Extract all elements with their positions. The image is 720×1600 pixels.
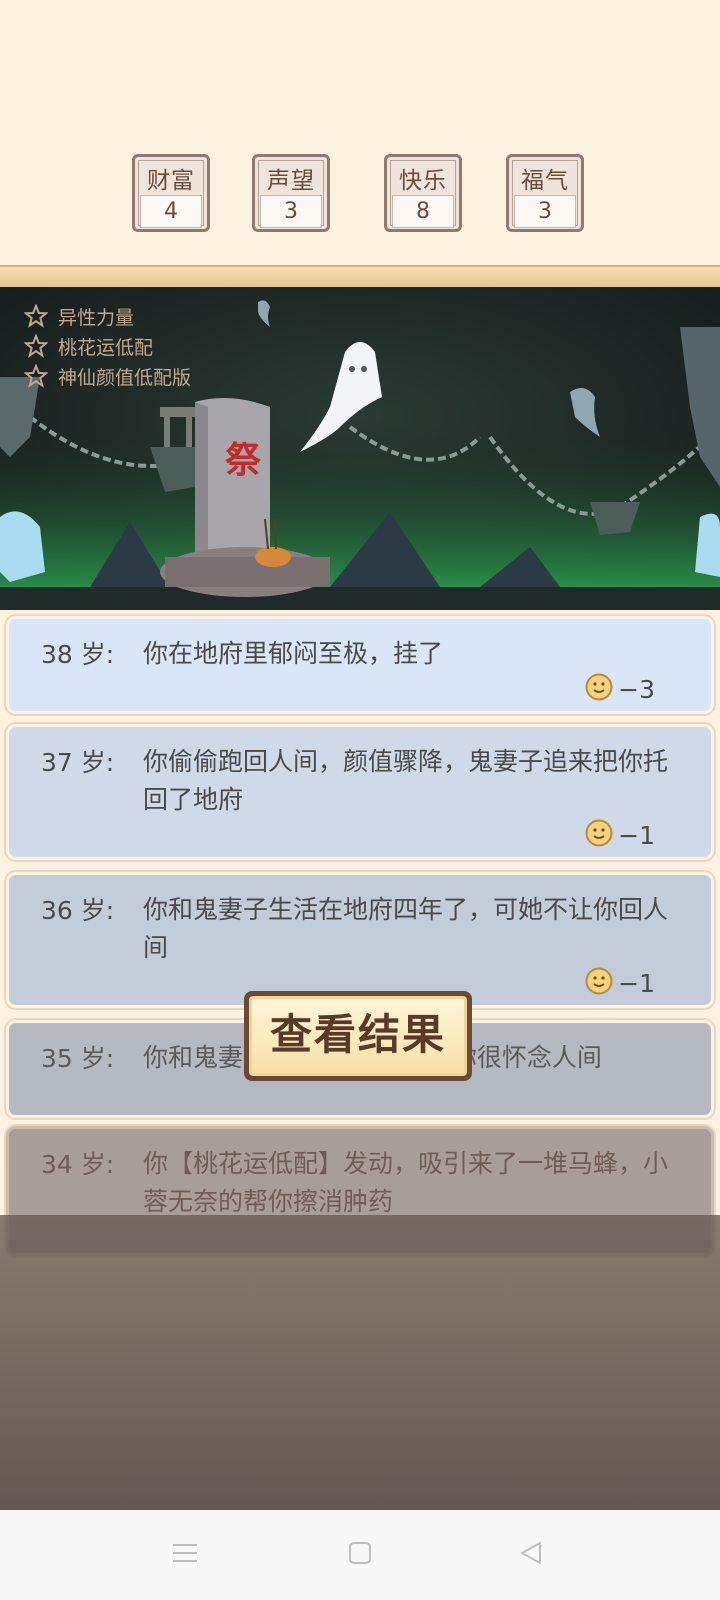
trait-item: 桃花运低配: [24, 331, 191, 361]
log-delta: −1: [618, 821, 655, 850]
view-result-button[interactable]: 查看结果: [244, 991, 472, 1081]
log-text: 你在地府里郁闷至极，挂了: [143, 639, 444, 668]
smiley-face-icon: [585, 967, 613, 995]
log-age: 37 岁:: [41, 748, 115, 777]
log-age: 35 岁:: [41, 1044, 115, 1073]
log-text: 你偷偷跑回人间，颜值骤降，鬼妻子追来把你托回了地府: [143, 747, 669, 814]
star-icon: [24, 364, 48, 388]
stat-label: 福气: [521, 168, 569, 194]
trait-item: 异性力量: [24, 301, 191, 331]
log-entry: 36 岁: 你和鬼妻子生活在地府四年了，可她不让你回人间 −1: [6, 872, 714, 1008]
log-delta: −1: [618, 969, 655, 998]
home-square-icon[interactable]: [347, 1540, 373, 1566]
stat-label: 声望: [267, 168, 315, 194]
log-entry: 37 岁: 你偷偷跑回人间，颜值骤降，鬼妻子追来把你托回了地府 −1: [6, 724, 714, 860]
star-icon: [24, 334, 48, 358]
stat-label: 快乐: [399, 168, 447, 194]
stat-value: 3: [514, 195, 576, 228]
stat-label: 财富: [147, 168, 195, 194]
back-triangle-icon[interactable]: [518, 1540, 544, 1566]
stat-value: 3: [260, 195, 322, 228]
system-navbar: [0, 1510, 720, 1600]
stat-reputation: 声望 3: [252, 154, 330, 232]
stat-fortune: 福气 3: [506, 154, 584, 232]
trait-label: 桃花运低配: [58, 336, 154, 359]
log-text: 你【桃花运低配】发动，吸引来了一堆马蜂，小蓉无奈的帮你擦消肿药: [143, 1149, 669, 1216]
underworld-scene: 祭 异性力量 桃花运低配 神仙颜值低配版: [0, 287, 720, 610]
stat-value: 8: [392, 195, 454, 228]
stat-value: 4: [140, 195, 202, 228]
log-text: 你和鬼妻子生活在地府四年了，可她不让你回人间: [143, 895, 669, 962]
stat-wealth: 财富 4: [132, 154, 210, 232]
smiley-face-icon: [585, 673, 613, 701]
bottom-fade: [0, 1215, 720, 1510]
log-delta: −3: [618, 675, 655, 704]
trait-list: 异性力量 桃花运低配 神仙颜值低配版: [24, 301, 191, 391]
menu-icon[interactable]: [172, 1540, 198, 1566]
log-age: 38 岁:: [41, 640, 115, 669]
log-age: 34 岁:: [41, 1150, 115, 1179]
log-age: 36 岁:: [41, 896, 115, 925]
trait-label: 神仙颜值低配版: [58, 366, 192, 389]
log-entry: 38 岁: 你在地府里郁闷至极，挂了 −3: [6, 616, 714, 714]
star-icon: [24, 304, 48, 328]
trait-item: 神仙颜值低配版: [24, 361, 191, 391]
view-result-label: 查看结果: [249, 996, 467, 1076]
tombstone-character: 祭: [225, 439, 262, 481]
stat-happiness: 快乐 8: [384, 154, 462, 232]
trait-label: 异性力量: [58, 306, 135, 329]
stats-header: 财富 4 声望 3 快乐 8 福气 3: [0, 0, 720, 270]
smiley-face-icon: [585, 819, 613, 847]
